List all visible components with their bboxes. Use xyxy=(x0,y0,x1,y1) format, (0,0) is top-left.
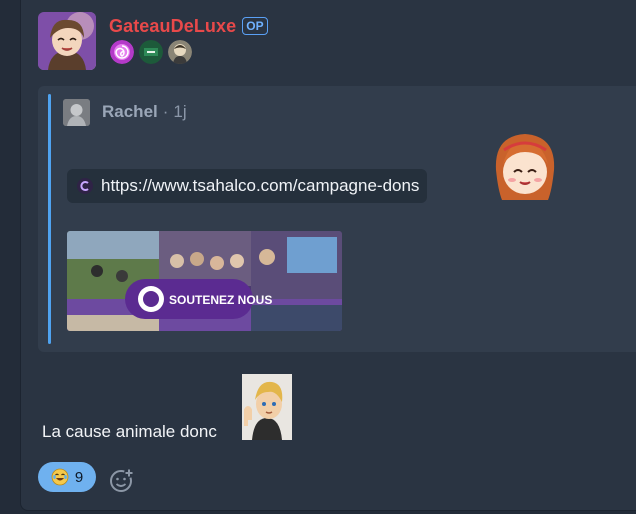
meta-separator: · xyxy=(162,102,169,121)
preview-text: SOUTENEZ NOUS xyxy=(169,293,272,307)
reaction-count: 9 xyxy=(74,468,84,486)
quote-avatar-icon[interactable] xyxy=(63,99,90,126)
user-badges xyxy=(110,40,192,64)
post-message: La cause animale donc xyxy=(42,422,217,441)
reaction-pill[interactable]: 9 xyxy=(38,462,96,492)
quoted-post[interactable]: Rachel · 1j https://www.tsahalco.com/cam… xyxy=(38,86,636,352)
quote-author[interactable]: Rachel xyxy=(102,102,158,122)
laughing-crying-emoji-icon xyxy=(51,468,69,486)
quote-meta: Rachel · 1j xyxy=(102,102,187,122)
quote-bar xyxy=(48,94,51,344)
flag-badge-icon[interactable] xyxy=(139,40,163,64)
add-reaction-icon[interactable] xyxy=(108,466,136,494)
link-url[interactable]: https://www.tsahalco.com/campagne-dons xyxy=(101,176,419,196)
spiral-badge-icon[interactable] xyxy=(110,40,134,64)
anime-girl-sticker-icon xyxy=(495,134,555,200)
op-badge: OP xyxy=(242,17,268,35)
quote-time[interactable]: 1j xyxy=(173,102,186,122)
character-badge-icon[interactable] xyxy=(168,40,192,64)
link-preview-image[interactable]: SOUTENEZ NOUS xyxy=(67,231,342,331)
anime-avatar-icon[interactable] xyxy=(38,12,96,70)
author-row: GateauDeLuxe OP xyxy=(109,14,268,38)
author-name[interactable]: GateauDeLuxe xyxy=(109,16,236,37)
link-chip[interactable]: https://www.tsahalco.com/campagne-dons xyxy=(67,169,428,203)
waving-boy-sticker-icon xyxy=(242,374,292,440)
site-favicon-icon xyxy=(77,178,93,194)
